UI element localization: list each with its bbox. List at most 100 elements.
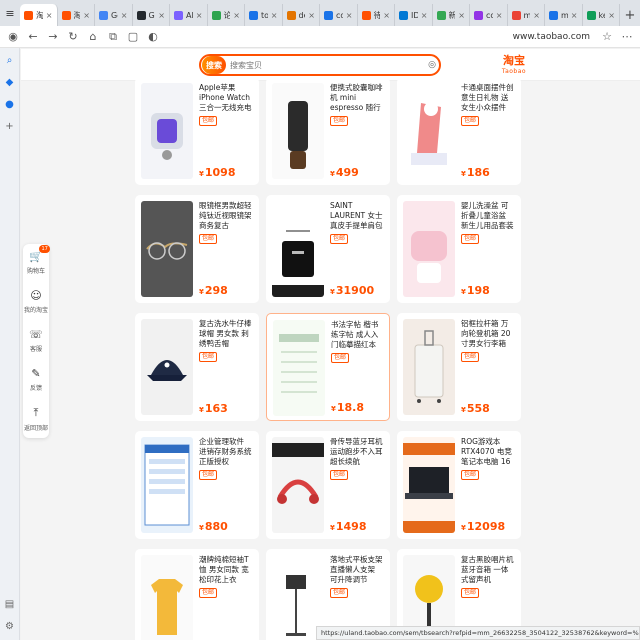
- product-title[interactable]: 复古黑胶唱片机 蓝牙音箱 一体式留声机: [461, 555, 515, 585]
- search-button[interactable]: 搜索: [202, 56, 226, 74]
- tab-close-icon[interactable]: ×: [271, 11, 278, 20]
- floating-tool-item[interactable]: ✎ 反馈: [30, 367, 42, 392]
- product-title[interactable]: 复古洗水牛仔棒球帽 男女款 刺绣鸭舌帽: [199, 319, 253, 349]
- settings-icon[interactable]: ⋯: [620, 30, 634, 44]
- browser-tab[interactable]: torset×: [245, 4, 283, 26]
- browser-tab[interactable]: 新课堂×: [433, 4, 470, 26]
- browser-tab[interactable]: 淘宝×: [58, 4, 95, 26]
- product-card[interactable]: 复古洗水牛仔棒球帽 男女款 刺绣鸭舌帽 包邮 ¥163: [135, 313, 259, 421]
- edge-icon[interactable]: ◐: [146, 30, 160, 44]
- product-card[interactable]: 骨传导蓝牙耳机 运动跑步不入耳 超长续航 包邮 ¥1498: [266, 431, 390, 539]
- product-image[interactable]: [141, 201, 193, 297]
- product-card[interactable]: 卡通桌面摆件创意生日礼物 送女生小众摆件 包邮 ¥186: [397, 77, 521, 185]
- product-card[interactable]: 便携式胶囊咖啡机 mini espresso 随行杯包邮 ¥499: [266, 77, 390, 185]
- browser-tab[interactable]: 淘宝×: [20, 4, 58, 26]
- product-title[interactable]: 潮牌纯棉短袖T恤 男女同款 宽松印花上衣: [199, 555, 253, 585]
- browser-tab[interactable]: 论坛×: [208, 4, 245, 26]
- product-card[interactable]: 潮牌纯棉短袖T恤 男女同款 宽松印花上衣包邮¥293: [135, 549, 259, 640]
- product-image[interactable]: [141, 83, 193, 179]
- product-card[interactable]: SAINT LAURENT 女士真皮手提单肩包 小方包包邮 ¥31900: [266, 195, 390, 303]
- product-image[interactable]: [272, 201, 324, 297]
- floating-tool-item[interactable]: ☏ 客服: [29, 328, 43, 353]
- forward-icon[interactable]: →: [46, 30, 60, 44]
- search-icon[interactable]: ⌕: [4, 54, 16, 66]
- menu-icon[interactable]: ≡: [0, 7, 20, 20]
- product-image[interactable]: [403, 437, 455, 533]
- product-card[interactable]: 书法字帖 楷书练字帖 成人入门临摹描红本 包邮 ¥18.8: [266, 313, 390, 421]
- floating-tool-item[interactable]: ⤒ 返回顶部: [24, 406, 48, 432]
- browser-tab[interactable]: AI×: [170, 4, 208, 26]
- profile-icon[interactable]: ◉: [6, 30, 20, 44]
- browser-tab[interactable]: Google×: [95, 4, 133, 26]
- tab-close-icon[interactable]: ×: [458, 11, 465, 20]
- product-card[interactable]: 铝框拉杆箱 万向轮登机箱 20寸男女行李箱 包邮 ¥558: [397, 313, 521, 421]
- outlook-icon[interactable]: ●: [4, 98, 16, 110]
- product-image[interactable]: [403, 201, 455, 297]
- layout-icon[interactable]: ▤: [4, 598, 16, 610]
- camera-icon[interactable]: ◎: [425, 60, 439, 70]
- product-title[interactable]: ROG游戏本 RTX4070 电竞笔记本电脑 16英寸: [461, 437, 515, 467]
- tab-close-icon[interactable]: ×: [46, 11, 53, 20]
- copilot-icon[interactable]: ◆: [4, 76, 16, 88]
- product-title[interactable]: 卡通桌面摆件创意生日礼物 送女生小众摆件: [461, 83, 515, 113]
- tab-close-icon[interactable]: ×: [533, 11, 540, 20]
- product-title[interactable]: 便携式胶囊咖啡机 mini espresso 随行杯: [330, 83, 384, 113]
- back-icon[interactable]: ←: [26, 30, 40, 44]
- tab-close-icon[interactable]: ×: [308, 11, 315, 20]
- product-image[interactable]: [141, 555, 193, 640]
- tab-close-icon[interactable]: ×: [421, 11, 428, 20]
- browser-tab[interactable]: dethsk×: [283, 4, 320, 26]
- floating-tool-item[interactable]: 🛒 17 购物车: [27, 245, 50, 275]
- search-input[interactable]: [226, 57, 425, 73]
- product-title[interactable]: 婴儿洗澡盆 可折叠儿童浴盆 新生儿用品套装: [461, 201, 515, 231]
- taobao-logo[interactable]: 淘宝 Taobao: [498, 52, 530, 78]
- browser-tab[interactable]: IDE×: [395, 4, 433, 26]
- favorites-icon[interactable]: ☆: [600, 30, 614, 44]
- browser-tab[interactable]: GitHub×: [133, 4, 170, 26]
- product-title[interactable]: 落地式平板支架 直播懒人支架 可升降调节: [330, 555, 384, 585]
- tab-close-icon[interactable]: ×: [571, 11, 578, 20]
- tab-close-icon[interactable]: ×: [233, 11, 240, 20]
- product-title[interactable]: 眼镜框男款超轻纯钛近视眼镜架 商务复古: [199, 201, 253, 231]
- product-title[interactable]: 骨传导蓝牙耳机 运动跑步不入耳 超长续航: [330, 437, 384, 467]
- product-title[interactable]: Apple苹果iPhone Watch三合一无线充电器支架: [199, 83, 253, 113]
- tab-close-icon[interactable]: ×: [346, 11, 353, 20]
- tab-close-icon[interactable]: ×: [383, 11, 390, 20]
- tab-close-icon[interactable]: ×: [608, 11, 615, 20]
- extension-icon[interactable]: ⧉: [106, 30, 120, 44]
- tab-close-icon[interactable]: ×: [158, 11, 165, 20]
- tab-close-icon[interactable]: ×: [496, 11, 503, 20]
- browser-tab[interactable]: mtv×: [508, 4, 545, 26]
- gear-icon[interactable]: ⚙: [4, 620, 16, 632]
- product-image[interactable]: [272, 83, 324, 179]
- new-tab-button[interactable]: +: [620, 4, 640, 26]
- browser-tab[interactable]: comm×: [470, 4, 508, 26]
- product-title[interactable]: SAINT LAURENT 女士真皮手提单肩包 小方包: [330, 201, 384, 231]
- tab-close-icon[interactable]: ×: [83, 11, 90, 20]
- product-card[interactable]: 婴儿洗澡盆 可折叠儿童浴盆 新生儿用品套装 包邮 ¥198: [397, 195, 521, 303]
- product-title[interactable]: 企业管理软件 进销存财务系统 正版授权: [199, 437, 253, 467]
- product-card[interactable]: 企业管理软件 进销存财务系统 正版授权 包邮 ¥880: [135, 431, 259, 539]
- product-card[interactable]: 眼镜框男款超轻纯钛近视眼镜架 商务复古 包邮 ¥298: [135, 195, 259, 303]
- product-image[interactable]: [141, 319, 193, 415]
- product-title[interactable]: 铝框拉杆箱 万向轮登机箱 20寸男女行李箱: [461, 319, 515, 349]
- browser-tab[interactable]: 待更新×: [358, 4, 395, 26]
- browser-tab[interactable]: medels×: [545, 4, 583, 26]
- product-image[interactable]: [403, 83, 455, 179]
- browser-tab[interactable]: cdeton×: [320, 4, 358, 26]
- product-image[interactable]: [272, 437, 324, 533]
- product-title[interactable]: 书法字帖 楷书练字帖 成人入门临摹描红本: [331, 320, 383, 350]
- refresh-icon[interactable]: ↻: [66, 30, 80, 44]
- home-icon[interactable]: ⌂: [86, 30, 100, 44]
- tab-close-icon[interactable]: ×: [121, 11, 128, 20]
- browser-tab[interactable]: keggel×: [583, 4, 620, 26]
- tab-close-icon[interactable]: ×: [196, 11, 203, 20]
- product-image[interactable]: [273, 320, 325, 416]
- product-card[interactable]: ROG游戏本 RTX4070 电竞笔记本电脑 16英寸包邮 ¥12098: [397, 431, 521, 539]
- product-card[interactable]: Apple苹果iPhone Watch三合一无线充电器支架包邮 ¥1098: [135, 77, 259, 185]
- product-image[interactable]: [141, 437, 193, 533]
- product-image[interactable]: [403, 319, 455, 415]
- add-icon[interactable]: +: [4, 120, 16, 132]
- address-bar[interactable]: www.taobao.com: [509, 32, 594, 42]
- screenshot-icon[interactable]: ▢: [126, 30, 140, 44]
